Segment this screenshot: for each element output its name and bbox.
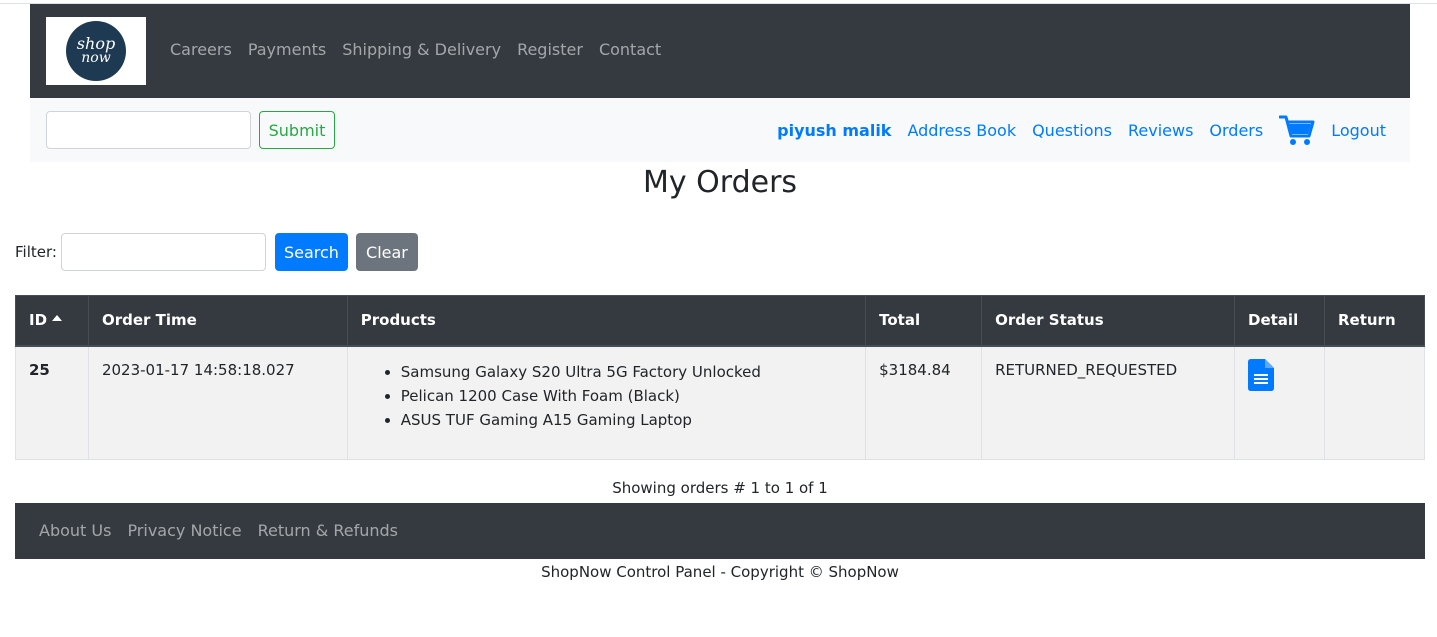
- pagination-summary: Showing orders # 1 to 1 of 1: [612, 479, 828, 497]
- products-list: Samsung Galaxy S20 Ultra 5G Factory Unlo…: [361, 360, 852, 432]
- order-status-cell: RETURNED_REQUESTED: [981, 345, 1236, 460]
- return-cell: [1323, 345, 1426, 460]
- nav-link-shipping-delivery[interactable]: Shipping & Delivery: [342, 40, 501, 59]
- clear-button[interactable]: Clear: [355, 233, 418, 271]
- orders-table: ID Order Time Products Total Order Statu…: [15, 295, 1426, 460]
- nav-link-careers[interactable]: Careers: [170, 40, 232, 59]
- product-item: ASUS TUF Gaming A15 Gaming Laptop: [401, 408, 852, 432]
- total-cell: $3184.84: [865, 345, 983, 460]
- nav-link-register[interactable]: Register: [517, 40, 583, 59]
- main-navbar: shop now Careers Payments Shipping & Del…: [30, 4, 1410, 98]
- footer-link-privacy-notice[interactable]: Privacy Notice: [127, 521, 241, 540]
- footer-links: About Us Privacy Notice Return & Refunds: [39, 521, 398, 540]
- column-header-order-time[interactable]: Order Time: [87, 295, 348, 347]
- footer-bar: About Us Privacy Notice Return & Refunds: [15, 503, 1425, 559]
- nav-link-contact[interactable]: Contact: [599, 40, 661, 59]
- column-header-order-status[interactable]: Order Status: [981, 295, 1236, 347]
- orders-link[interactable]: Orders: [1209, 121, 1263, 140]
- user-links: piyush malik Address Book Questions Revi…: [777, 112, 1386, 148]
- footer-link-about-us[interactable]: About Us: [39, 521, 111, 540]
- order-id-cell: 25: [15, 345, 89, 460]
- column-header-id[interactable]: ID: [15, 295, 89, 347]
- user-name-link[interactable]: piyush malik: [777, 121, 891, 140]
- reviews-link[interactable]: Reviews: [1128, 121, 1193, 140]
- detail-cell: [1234, 345, 1325, 460]
- column-header-total[interactable]: Total: [865, 295, 983, 347]
- shopnow-logo[interactable]: shop now: [46, 17, 146, 85]
- filter-label: Filter:: [15, 243, 57, 261]
- footer-link-return-refunds[interactable]: Return & Refunds: [258, 521, 398, 540]
- sort-ascending-icon: [52, 315, 63, 322]
- search-input[interactable]: [46, 111, 251, 149]
- document-icon[interactable]: [1248, 358, 1275, 391]
- logout-link[interactable]: Logout: [1331, 121, 1386, 140]
- column-header-return: Return: [1323, 295, 1426, 347]
- search-button[interactable]: Search: [274, 233, 348, 271]
- address-book-link[interactable]: Address Book: [907, 121, 1016, 140]
- submit-button[interactable]: Submit: [259, 111, 335, 149]
- logo-text-top: shop: [76, 34, 116, 53]
- user-toolbar: Submit piyush malik Address Book Questio…: [30, 98, 1410, 162]
- products-cell: Samsung Galaxy S20 Ultra 5G Factory Unlo…: [346, 345, 867, 460]
- copyright-text: ShopNow Control Panel - Copyright © Shop…: [541, 563, 899, 581]
- product-item: Samsung Galaxy S20 Ultra 5G Factory Unlo…: [401, 360, 852, 384]
- table-header-row: ID Order Time Products Total Order Statu…: [15, 295, 1426, 347]
- filter-input[interactable]: [60, 233, 266, 271]
- page-title: My Orders: [642, 165, 798, 200]
- column-header-products[interactable]: Products: [346, 295, 867, 347]
- filter-bar: Filter: Search Clear: [15, 233, 418, 271]
- nav-links: Careers Payments Shipping & Delivery Reg…: [170, 40, 661, 59]
- logo-circle: shop now: [66, 21, 126, 81]
- logo-text-bottom: now: [81, 50, 111, 66]
- shopping-cart-icon[interactable]: [1279, 113, 1315, 147]
- column-header-id-label: ID: [29, 311, 48, 330]
- nav-link-payments[interactable]: Payments: [248, 40, 326, 59]
- column-header-detail: Detail: [1234, 295, 1325, 347]
- questions-link[interactable]: Questions: [1032, 121, 1112, 140]
- table-row: 25 2023-01-17 14:58:18.027 Samsung Galax…: [15, 345, 1426, 460]
- order-time-cell: 2023-01-17 14:58:18.027: [87, 345, 348, 460]
- product-item: Pelican 1200 Case With Foam (Black): [401, 384, 852, 408]
